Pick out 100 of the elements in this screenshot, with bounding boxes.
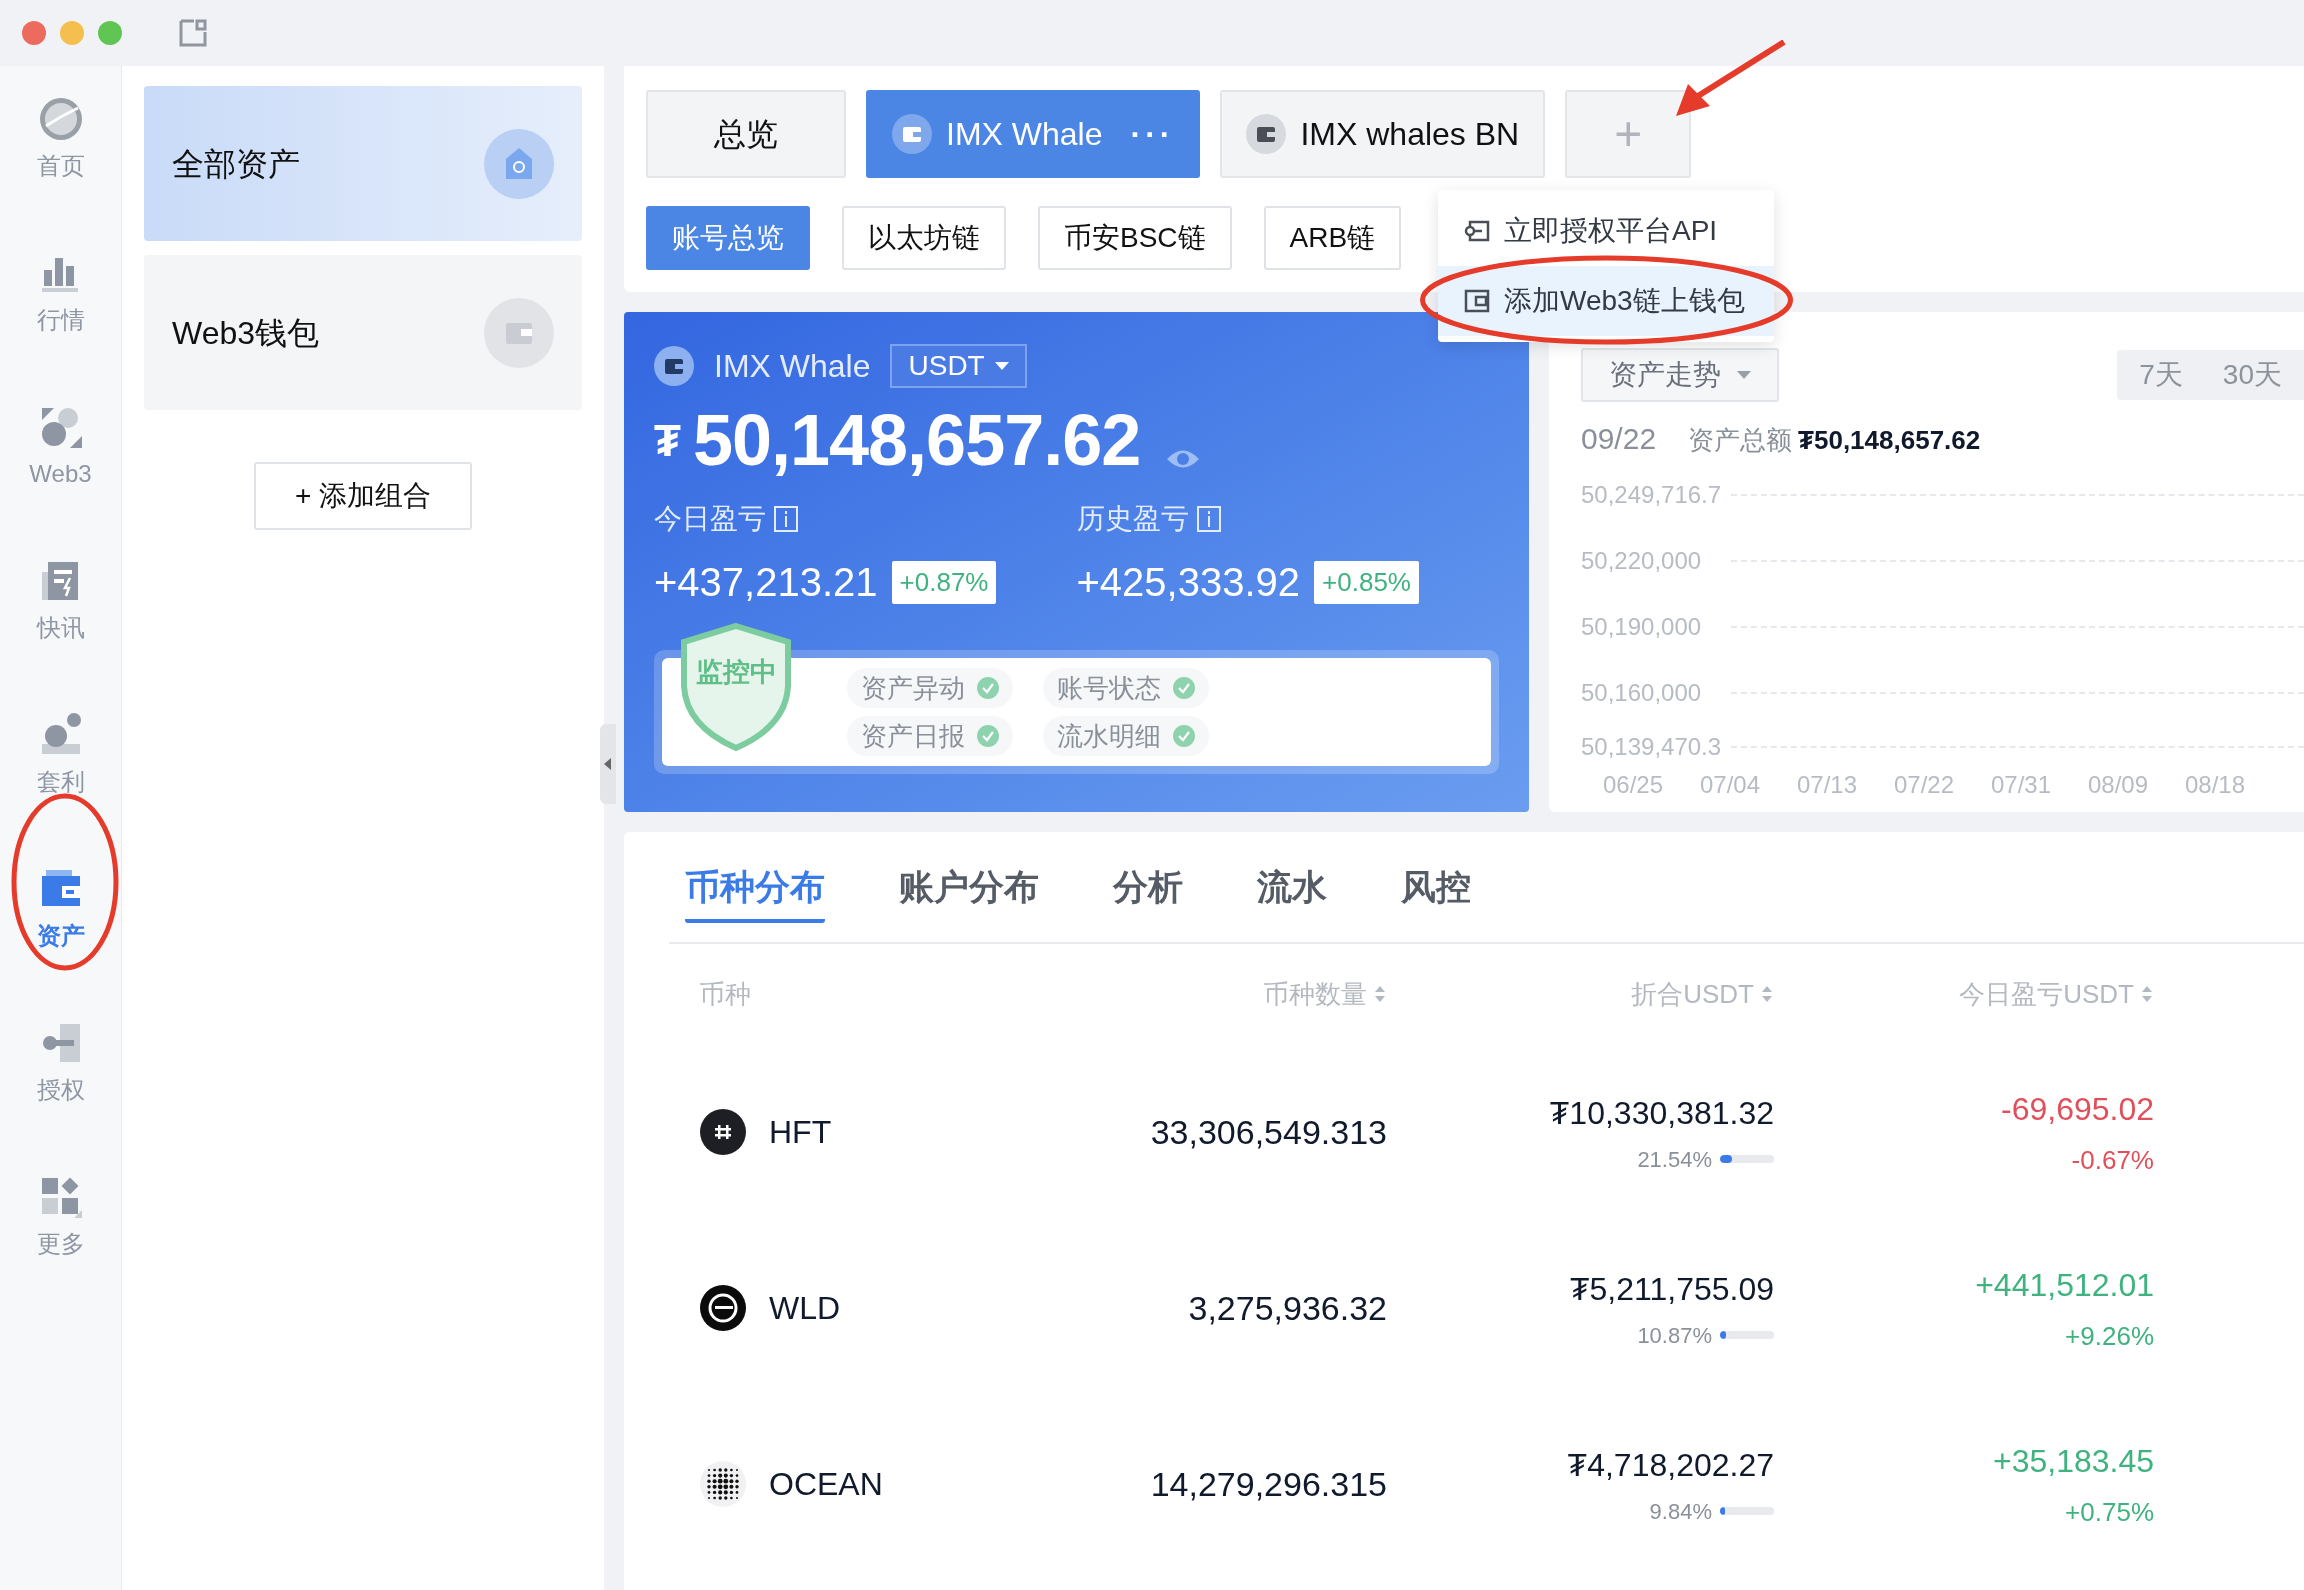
wallet-icon	[654, 346, 694, 386]
share-percent: 21.54%	[1637, 1145, 1712, 1174]
axis-label: 50,249,716.7	[1581, 480, 1723, 510]
percent-badge: +0.85%	[1314, 560, 1419, 604]
coin-name: HFT	[769, 1113, 832, 1152]
share-percent: 9.84%	[1649, 1497, 1712, 1526]
detail-tab[interactable]: 分析	[1113, 860, 1183, 924]
column-header: 折合USDT	[1631, 977, 1754, 1011]
axis-label: 07/13	[1797, 770, 1859, 800]
trend-date: 09/22	[1581, 421, 1657, 457]
wallet-icon	[1464, 289, 1490, 313]
pnl-value: -69,695.02	[2001, 1089, 2154, 1129]
account-name: 总览	[714, 115, 778, 154]
chain-tab[interactable]: 账号总览	[646, 206, 810, 270]
maximize-window-icon[interactable]	[98, 21, 122, 45]
coin-quantity: 14,279,296.315	[1149, 1463, 1387, 1505]
share-percent: 10.87%	[1637, 1321, 1712, 1350]
usdt-value: ₮5,211,755.09	[1570, 1269, 1774, 1309]
check-icon	[977, 677, 999, 699]
check-icon	[1173, 677, 1195, 699]
eye-icon[interactable]	[1166, 448, 1201, 470]
detail-tab[interactable]: 风控	[1401, 860, 1471, 924]
account-tab[interactable]: IMX whales BN	[1220, 90, 1546, 178]
monitor-check: 流水明细	[1043, 716, 1209, 756]
table-row[interactable]: WLD 3,275,936.32 ₮5,211,755.09 10.87% +441,512.01 +9.26%	[699, 1220, 2164, 1396]
coin-logo-icon	[699, 1460, 747, 1508]
currency-dropdown[interactable]: USDT	[890, 344, 1027, 388]
check-icon	[1173, 725, 1195, 747]
stat-label: 今日盈亏	[654, 502, 766, 536]
caret-down-icon	[1737, 371, 1751, 379]
axis-label: 07/04	[1700, 770, 1762, 800]
axis-label: 07/22	[1894, 770, 1956, 800]
chain-tab[interactable]: 以太坊链	[842, 206, 1006, 270]
minimize-window-icon[interactable]	[60, 21, 84, 45]
pnl-percent: +9.26%	[2065, 1319, 2154, 1353]
menu-item[interactable]: 立即授权平台API	[1438, 196, 1774, 266]
account-name: IMX Whale	[714, 347, 871, 386]
axis-label: 07/31	[1991, 770, 2053, 800]
table-row[interactable]: HFT 33,306,549.313 ₮10,330,381.32 21.54% -69,695.02 -0.67%	[699, 1044, 2164, 1220]
chain-tab[interactable]: 币安BSC链	[1038, 206, 1232, 270]
column-header: 今日盈亏USDT	[1959, 977, 2134, 1011]
coin-name: WLD	[769, 1289, 841, 1328]
usdt-value: ₮10,330,381.32	[1549, 1093, 1774, 1133]
pnl-value: +441,512.01	[1975, 1265, 2154, 1305]
chain-tab[interactable]: ARB链	[1263, 206, 1402, 270]
more-menu[interactable]: ···	[1130, 110, 1175, 158]
close-window-icon[interactable]	[22, 21, 46, 45]
sort-icon[interactable]	[2140, 984, 2154, 1004]
info-icon[interactable]	[774, 506, 798, 532]
sort-icon[interactable]	[1760, 984, 1774, 1004]
stat-value: +437,213.21	[654, 559, 878, 606]
stat-label: 历史盈亏	[1076, 502, 1189, 536]
pnl-value: +35,183.45	[1992, 1441, 2154, 1481]
wallet-icon	[1246, 114, 1287, 154]
axis-label: 50,139,470.3	[1581, 732, 1723, 762]
account-tab[interactable]: 总览	[646, 90, 846, 178]
pnl-percent: +0.75%	[2065, 1495, 2154, 1529]
window-layout-icon[interactable]	[178, 18, 208, 48]
account-tab[interactable]: IMX Whale ···	[866, 90, 1201, 178]
menu-item[interactable]: 添加Web3链上钱包	[1438, 266, 1774, 336]
pnl-percent: -0.67%	[2071, 1143, 2154, 1177]
stat-value: +425,333.92	[1076, 559, 1301, 606]
globe-icon	[37, 96, 84, 142]
column-header: 币种数量	[1263, 977, 1367, 1011]
account-name: IMX Whale	[946, 115, 1103, 154]
monitor-check: 资产日报	[847, 716, 1013, 756]
axis-label: 06/25	[1603, 770, 1665, 800]
coin-quantity: 33,306,549.313	[1149, 1111, 1387, 1153]
axis-label: 50,160,000	[1581, 678, 1703, 708]
table-row[interactable]: OCEAN 14,279,296.315 ₮4,718,202.27 9.84% +35,183.45 +0.75%	[699, 1396, 2164, 1572]
axis-label: 08/18	[2185, 770, 2247, 800]
trend-dropdown[interactable]: 资产走势	[1581, 348, 1779, 402]
wallet-icon	[484, 297, 554, 368]
info-icon[interactable]	[1196, 506, 1221, 532]
caret-down-icon	[994, 362, 1009, 370]
wallet-icon	[892, 114, 932, 154]
collapse-handle[interactable]	[600, 724, 616, 804]
coin-logo-icon	[699, 1284, 747, 1332]
portfolio-card[interactable]: Web3钱包	[144, 255, 582, 410]
axis-label: 50,190,000	[1581, 612, 1703, 642]
detail-tab[interactable]: 币种分布	[685, 860, 825, 924]
coin-name: OCEAN	[769, 1465, 883, 1504]
total-balance: 50,148,657.62	[692, 404, 1141, 476]
detail-tab[interactable]: 账户分布	[899, 860, 1039, 924]
coin-logo-icon	[699, 1108, 747, 1156]
percent-badge: +0.87%	[891, 560, 997, 604]
monitor-check: 账号状态	[1043, 668, 1209, 708]
add-portfolio-button[interactable]: + 添加组合	[254, 462, 472, 530]
usdt-value: ₮4,718,202.27	[1567, 1445, 1774, 1485]
monitor-check: 资产异动	[847, 668, 1013, 708]
check-icon	[977, 725, 999, 747]
axis-label: 08/09	[2088, 770, 2150, 800]
coin-quantity: 3,275,936.32	[1187, 1287, 1387, 1329]
axis-label: 50,220,000	[1581, 546, 1703, 576]
portfolio-card[interactable]: 全部资产	[144, 86, 582, 241]
currency-symbol: ₮	[654, 415, 681, 467]
detail-tab[interactable]: 流水	[1257, 860, 1327, 924]
sort-icon[interactable]	[1373, 984, 1387, 1004]
column-header: 币种	[699, 977, 751, 1011]
key-icon	[1464, 220, 1490, 242]
